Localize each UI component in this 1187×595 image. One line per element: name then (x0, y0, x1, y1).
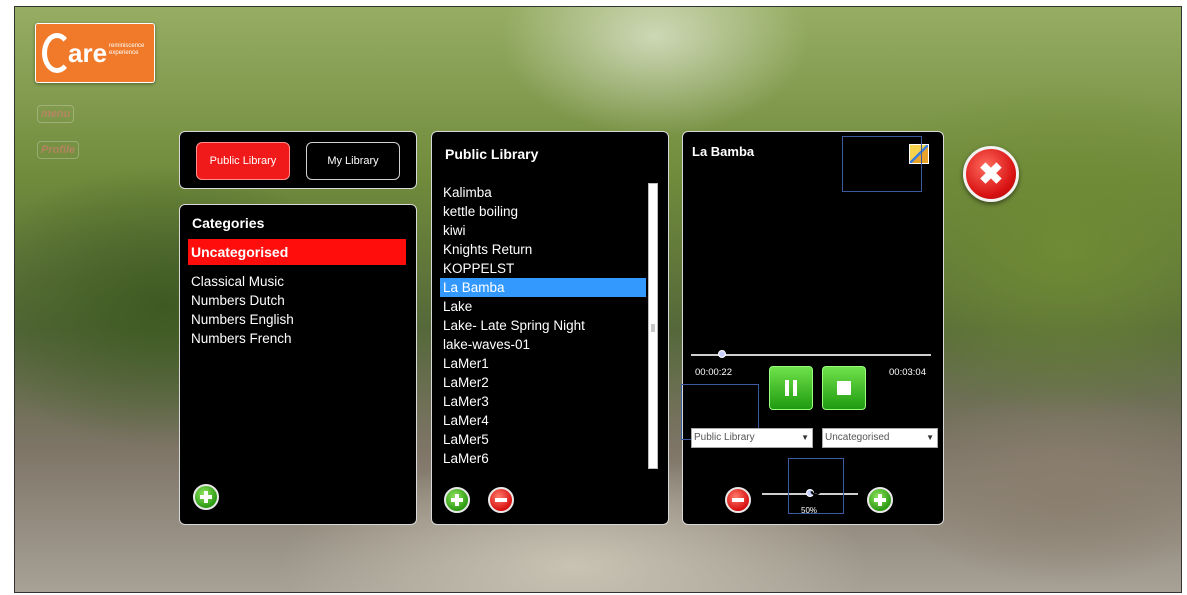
song-list-item[interactable]: Lake- Late Spring Night (440, 316, 646, 335)
tab-public-library[interactable]: Public Library (196, 142, 290, 180)
chevron-down-icon: ▼ (926, 433, 934, 442)
library-title: Public Library (445, 146, 539, 162)
side-profile-button[interactable]: Profile (37, 141, 80, 159)
pause-icon-bar-left (785, 380, 789, 396)
logo-word: are (68, 37, 108, 68)
app-window: are reminiscence experience menu Profile… (14, 6, 1182, 593)
song-list-item[interactable]: LaMer5 (440, 430, 646, 449)
volume-up-button[interactable] (867, 487, 893, 513)
care-logo: are reminiscence experience (35, 23, 155, 83)
song-list-item[interactable]: LaMer3 (440, 392, 646, 411)
pause-icon-bar-right (793, 380, 797, 396)
song-list-item[interactable]: LaMer1 (440, 354, 646, 373)
song-list-item[interactable]: LaMer6 (440, 449, 646, 468)
song-list-item[interactable]: KOPPELST (440, 259, 646, 278)
add-song-button[interactable] (444, 487, 470, 513)
chevron-down-icon: ▼ (801, 433, 809, 442)
progress-slider[interactable] (691, 350, 931, 358)
logo-sub-line1: reminiscence (109, 43, 145, 49)
close-button[interactable]: ✖ (963, 146, 1019, 202)
tab-my-library[interactable]: My Library (306, 142, 400, 180)
library-select[interactable]: Public Library ▼ (691, 428, 813, 448)
category-select[interactable]: Uncategorised ▼ (822, 428, 938, 448)
progress-knob[interactable] (718, 350, 727, 358)
total-duration: 00:03:04 (889, 367, 926, 378)
category-item[interactable]: Numbers English (188, 310, 406, 329)
elapsed-time: 00:00:22 (695, 367, 732, 378)
category-item[interactable]: Numbers Dutch (188, 291, 406, 310)
category-item-selected[interactable]: Uncategorised (188, 239, 406, 265)
category-item[interactable]: Numbers French (188, 329, 406, 348)
song-list-item[interactable]: kettle boiling (440, 202, 646, 221)
song-list-scrollbar[interactable] (648, 183, 658, 469)
category-select-value: Uncategorised (825, 432, 890, 443)
library-panel: Public Library Kalimba kettle boiling kiwi… (431, 131, 669, 525)
track-title: La Bamba (692, 144, 755, 159)
pause-button[interactable] (769, 366, 813, 410)
volume-down-button[interactable] (725, 487, 751, 513)
song-list-item[interactable]: La Bamba (440, 278, 646, 297)
logo-sub-line2: experience (109, 50, 139, 56)
category-item[interactable]: Classical Music (188, 272, 406, 291)
annotation-label: 9 (788, 458, 844, 514)
song-list-item[interactable]: LaMer2 (440, 373, 646, 392)
player-panel: La Bamba 11 00:00:22 00:03:04 10 Public … (681, 131, 944, 525)
categories-panel: Categories Uncategorised Classical Music… (179, 204, 417, 525)
stop-icon (837, 381, 851, 395)
library-select-value: Public Library (694, 432, 755, 443)
library-tabs-panel: Public Library My Library (179, 131, 417, 189)
song-list-item[interactable]: Kalimba (440, 183, 646, 202)
remove-song-button[interactable] (488, 487, 514, 513)
scrollbar-thumb[interactable] (651, 324, 655, 332)
song-list-item[interactable]: kiwi (440, 221, 646, 240)
annotation-label: 11 (842, 136, 922, 192)
logo-subtitle: reminiscence experience (109, 43, 144, 57)
song-list-item[interactable]: Knights Return (440, 240, 646, 259)
side-menu-button[interactable]: menu (37, 105, 75, 123)
song-list-item[interactable]: lake-waves-01 (440, 335, 646, 354)
categories-title: Categories (192, 215, 265, 231)
song-list: Kalimba kettle boiling kiwi Knights Return K… (440, 183, 646, 468)
stop-button[interactable] (822, 366, 866, 410)
song-list-item[interactable]: LaMer4 (440, 411, 646, 430)
category-list: Classical Music Numbers Dutch Numbers Engl… (188, 272, 406, 348)
song-list-item[interactable]: Lake (440, 297, 646, 316)
add-category-button[interactable] (193, 484, 219, 510)
